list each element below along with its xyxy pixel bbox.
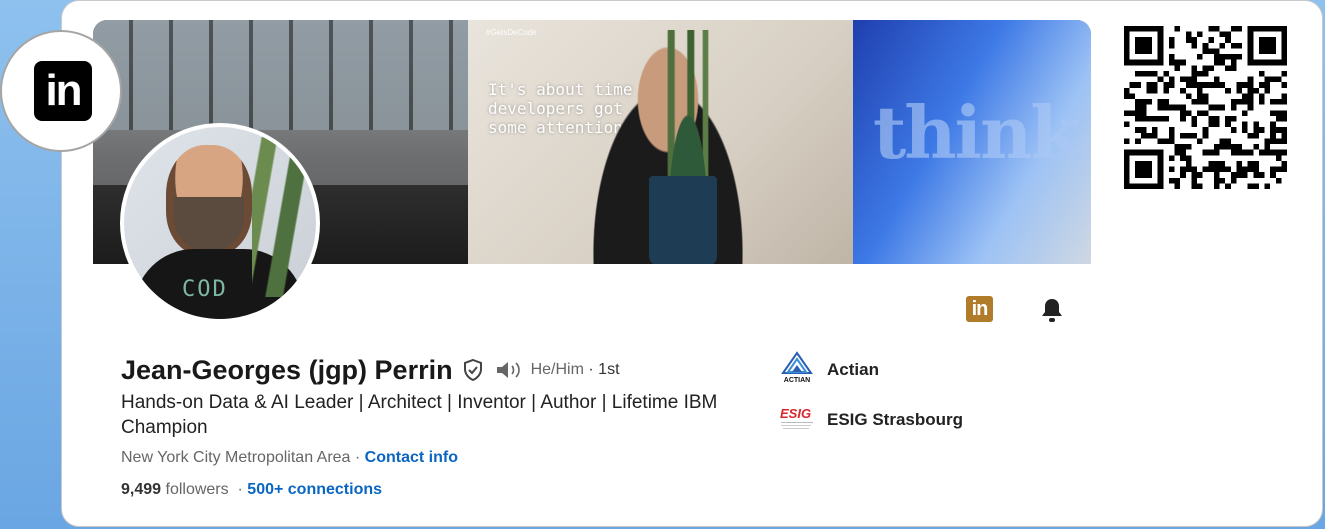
actian-logo-text: ACTIAN [783, 377, 811, 384]
avatar-plant [252, 137, 312, 297]
pronouns: He/Him [530, 361, 584, 378]
think-text: think [873, 90, 1080, 175]
connections-link[interactable]: 500+ connections [247, 481, 382, 498]
location-separator: · [350, 449, 365, 466]
verified-shield-icon[interactable] [461, 358, 485, 382]
company-name: Actian [827, 360, 879, 379]
company-name: ESIG Strasbourg [827, 410, 964, 429]
bell-icon[interactable] [1040, 297, 1064, 323]
actian-logo: ACTIAN [777, 350, 817, 390]
esig-logo-text: ESIG [780, 406, 812, 421]
avatar[interactable]: COD [120, 123, 320, 323]
company-actian[interactable]: ACTIAN Actian [777, 350, 879, 390]
followers-row: 9,499 followers · 500+ connections [121, 481, 382, 499]
contact-info-link[interactable]: Contact info [365, 449, 458, 466]
speaker-icon[interactable] [495, 360, 525, 380]
profile-name-row: Jean-Georges (jgp) Perrin He/Him · 1st [121, 352, 620, 388]
connections-separator: · [228, 481, 248, 498]
profile-location-row: New York City Metropolitan Area · Contac… [121, 449, 458, 467]
profile-name: Jean-Georges (jgp) Perrin [121, 354, 453, 385]
location-text: New York City Metropolitan Area [121, 449, 351, 466]
banner-think-wall: think [853, 20, 1091, 264]
linkedin-icon-button[interactable]: in [966, 296, 993, 322]
banner-pot [649, 176, 717, 264]
linkedin-logo-badge: in [0, 30, 122, 152]
esig-logo: ESIG [777, 400, 817, 440]
followers-count: 9,499 [121, 481, 162, 498]
poster-tag: #GetsDeCode [486, 28, 537, 37]
banner-glass [93, 20, 473, 130]
connection-degree: · 1st [588, 361, 620, 378]
followers-label: followers [161, 481, 229, 498]
qr-code-graphic [1124, 26, 1287, 189]
avatar-shirt-text: COD [182, 277, 228, 302]
company-esig[interactable]: ESIG ESIG Strasbourg [777, 400, 963, 440]
qr-code-icon [1124, 26, 1287, 189]
profile-headline: Hands-on Data & AI Leader | Architect | … [121, 392, 718, 438]
linkedin-logo-icon: in [34, 61, 92, 121]
